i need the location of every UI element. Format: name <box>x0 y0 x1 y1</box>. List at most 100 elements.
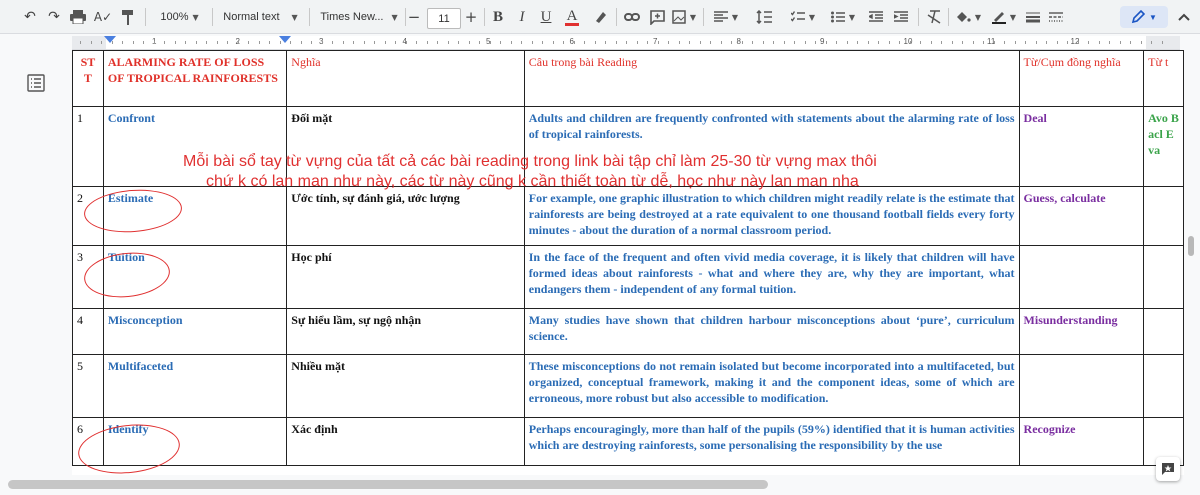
bold-icon: B <box>492 8 503 25</box>
row-antonym[interactable] <box>1143 245 1184 309</box>
font-select[interactable]: Times New... ▼ <box>316 0 402 34</box>
bullet-list-icon[interactable]: ▼ <box>826 0 860 34</box>
ruler-tick <box>752 41 753 44</box>
row-synonym[interactable]: Recognize <box>1018 417 1145 466</box>
print-icon[interactable] <box>66 0 90 34</box>
link-icon[interactable] <box>621 0 643 34</box>
highlight-icon[interactable] <box>590 0 610 34</box>
row-word[interactable]: Identify <box>102 417 288 466</box>
fill-color-icon[interactable]: ▼ <box>952 0 984 34</box>
header-meaning: Nghĩa <box>286 50 525 107</box>
table-header-row: ST T ALARMING RATE OF LOSS OF TROPICAL R… <box>72 50 1184 107</box>
horizontal-scrollbar[interactable] <box>8 480 768 489</box>
table-row: 2 Estimate Ước tính, sự đánh giá, ước lư… <box>72 186 1184 246</box>
checklist-icon[interactable]: ▼ <box>786 0 820 34</box>
row-word[interactable]: Tuition <box>102 245 288 309</box>
row-sentence[interactable]: Many studies have shown that children ha… <box>523 308 1020 355</box>
vertical-scrollbar[interactable] <box>1188 236 1194 256</box>
row-synonym[interactable] <box>1018 245 1145 309</box>
zoom-select[interactable]: 100% ▼ <box>152 0 207 34</box>
row-synonym[interactable] <box>1018 354 1145 418</box>
plus-icon: + <box>464 8 478 26</box>
border-width-icon[interactable] <box>1023 0 1043 34</box>
row-antonym[interactable] <box>1143 308 1184 355</box>
undo-icon[interactable]: ↶ <box>19 0 41 34</box>
ruler-tick <box>269 41 270 44</box>
row-word[interactable]: Estimate <box>102 186 288 246</box>
ruler-tick <box>468 41 470 44</box>
ruler-tick <box>174 41 176 44</box>
header-antonym: Từ t <box>1143 50 1184 107</box>
ruler-tick <box>647 41 648 44</box>
ruler-number: 9 <box>820 37 825 46</box>
chevron-down-icon: ▼ <box>689 12 697 22</box>
row-sentence[interactable]: Perhaps encouragingly, more than half of… <box>523 417 1020 466</box>
border-dash-icon[interactable] <box>1046 0 1066 34</box>
paint-format-icon[interactable] <box>117 0 139 34</box>
decrease-font-button[interactable]: − <box>406 0 422 34</box>
ruler[interactable]: 123456789101112 <box>72 36 1180 50</box>
ruler-tick <box>1140 41 1142 44</box>
increase-font-button[interactable]: + <box>463 0 479 34</box>
decrease-indent-icon[interactable] <box>865 0 887 34</box>
row-synonym[interactable]: Misunderstanding <box>1018 308 1145 355</box>
style-select[interactable]: Normal text ▼ <box>218 0 303 34</box>
editing-mode-button[interactable]: ▼ <box>1120 6 1168 28</box>
align-icon[interactable]: ▼ <box>710 0 742 34</box>
ruler-tick <box>447 41 449 44</box>
clear-format-icon[interactable] <box>923 0 945 34</box>
bold-button[interactable]: B <box>489 0 507 34</box>
feedback-icon[interactable] <box>1156 457 1180 481</box>
row-synonym[interactable]: Deal <box>1018 106 1145 187</box>
indent-marker-icon[interactable] <box>104 36 116 44</box>
zoom-value: 100% <box>160 11 189 23</box>
row-meaning[interactable]: Học phí <box>286 245 525 309</box>
ruler-tick <box>1088 41 1089 44</box>
document-page[interactable]: ST T ALARMING RATE OF LOSS OF TROPICAL R… <box>72 50 1184 475</box>
row-word[interactable]: Multifaceted <box>102 354 288 418</box>
row-sentence[interactable]: In the face of the frequent and often vi… <box>523 245 1020 309</box>
row-meaning[interactable]: Ước tính, sự đánh giá, ước lượng <box>286 186 525 246</box>
image-icon[interactable]: ▼ <box>671 0 697 34</box>
underline-button[interactable]: U <box>537 0 555 34</box>
text-color-button[interactable]: A <box>563 0 581 34</box>
italic-button[interactable]: I <box>513 0 531 34</box>
ruler-tick <box>1151 41 1152 44</box>
collapse-toolbar-icon[interactable] <box>1174 0 1194 34</box>
row-word[interactable]: Misconception <box>102 308 288 355</box>
ruler-tick <box>531 41 533 44</box>
row-antonym[interactable]: Avo Bacl Eva <box>1143 106 1184 187</box>
row-sentence[interactable]: These misconceptions do not remain isola… <box>523 354 1020 418</box>
row-meaning[interactable]: Sự hiểu lầm, sự ngộ nhận <box>286 308 525 355</box>
line-spacing-icon[interactable] <box>749 0 779 34</box>
row-synonym[interactable]: Guess, calculate <box>1018 186 1145 246</box>
header-title: ALARMING RATE OF LOSS OF TROPICAL RAINFO… <box>102 50 288 107</box>
ruler-tick <box>353 41 354 44</box>
spellcheck-icon[interactable]: A✓ <box>91 0 115 34</box>
ruler-tick <box>678 41 680 44</box>
ruler-tick <box>321 41 323 44</box>
row-antonym[interactable] <box>1143 354 1184 418</box>
redo-icon[interactable]: ↷ <box>43 0 65 34</box>
comment-icon[interactable] <box>646 0 668 34</box>
teacher-comment-line-1: Mỗi bài sổ tay từ vựng của tất cả các bà… <box>183 153 877 170</box>
ruler-tick <box>1004 41 1005 44</box>
ruler-tick <box>489 41 491 44</box>
pen-icon <box>1131 10 1146 24</box>
row-meaning[interactable]: Xác định <box>286 417 525 466</box>
ruler-tick <box>1119 41 1121 44</box>
row-meaning[interactable]: Nhiều mặt <box>286 354 525 418</box>
tab-stop-icon[interactable] <box>279 36 291 44</box>
border-color-icon[interactable]: ▼ <box>988 0 1020 34</box>
ruler-tick <box>395 41 396 44</box>
font-size-input[interactable]: 11 <box>427 8 461 29</box>
row-sentence[interactable]: For example, one graphic illustration to… <box>523 186 1020 246</box>
italic-icon: I <box>519 8 525 25</box>
text-color-swatch <box>565 22 579 26</box>
ruler-tick <box>636 41 638 44</box>
table-row: 5 Multifaceted Nhiều mặt These misconcep… <box>72 354 1184 418</box>
row-antonym[interactable] <box>1143 186 1184 246</box>
increase-indent-icon[interactable] <box>890 0 912 34</box>
outline-icon[interactable] <box>27 74 47 92</box>
chevron-down-icon: ▼ <box>192 12 199 22</box>
